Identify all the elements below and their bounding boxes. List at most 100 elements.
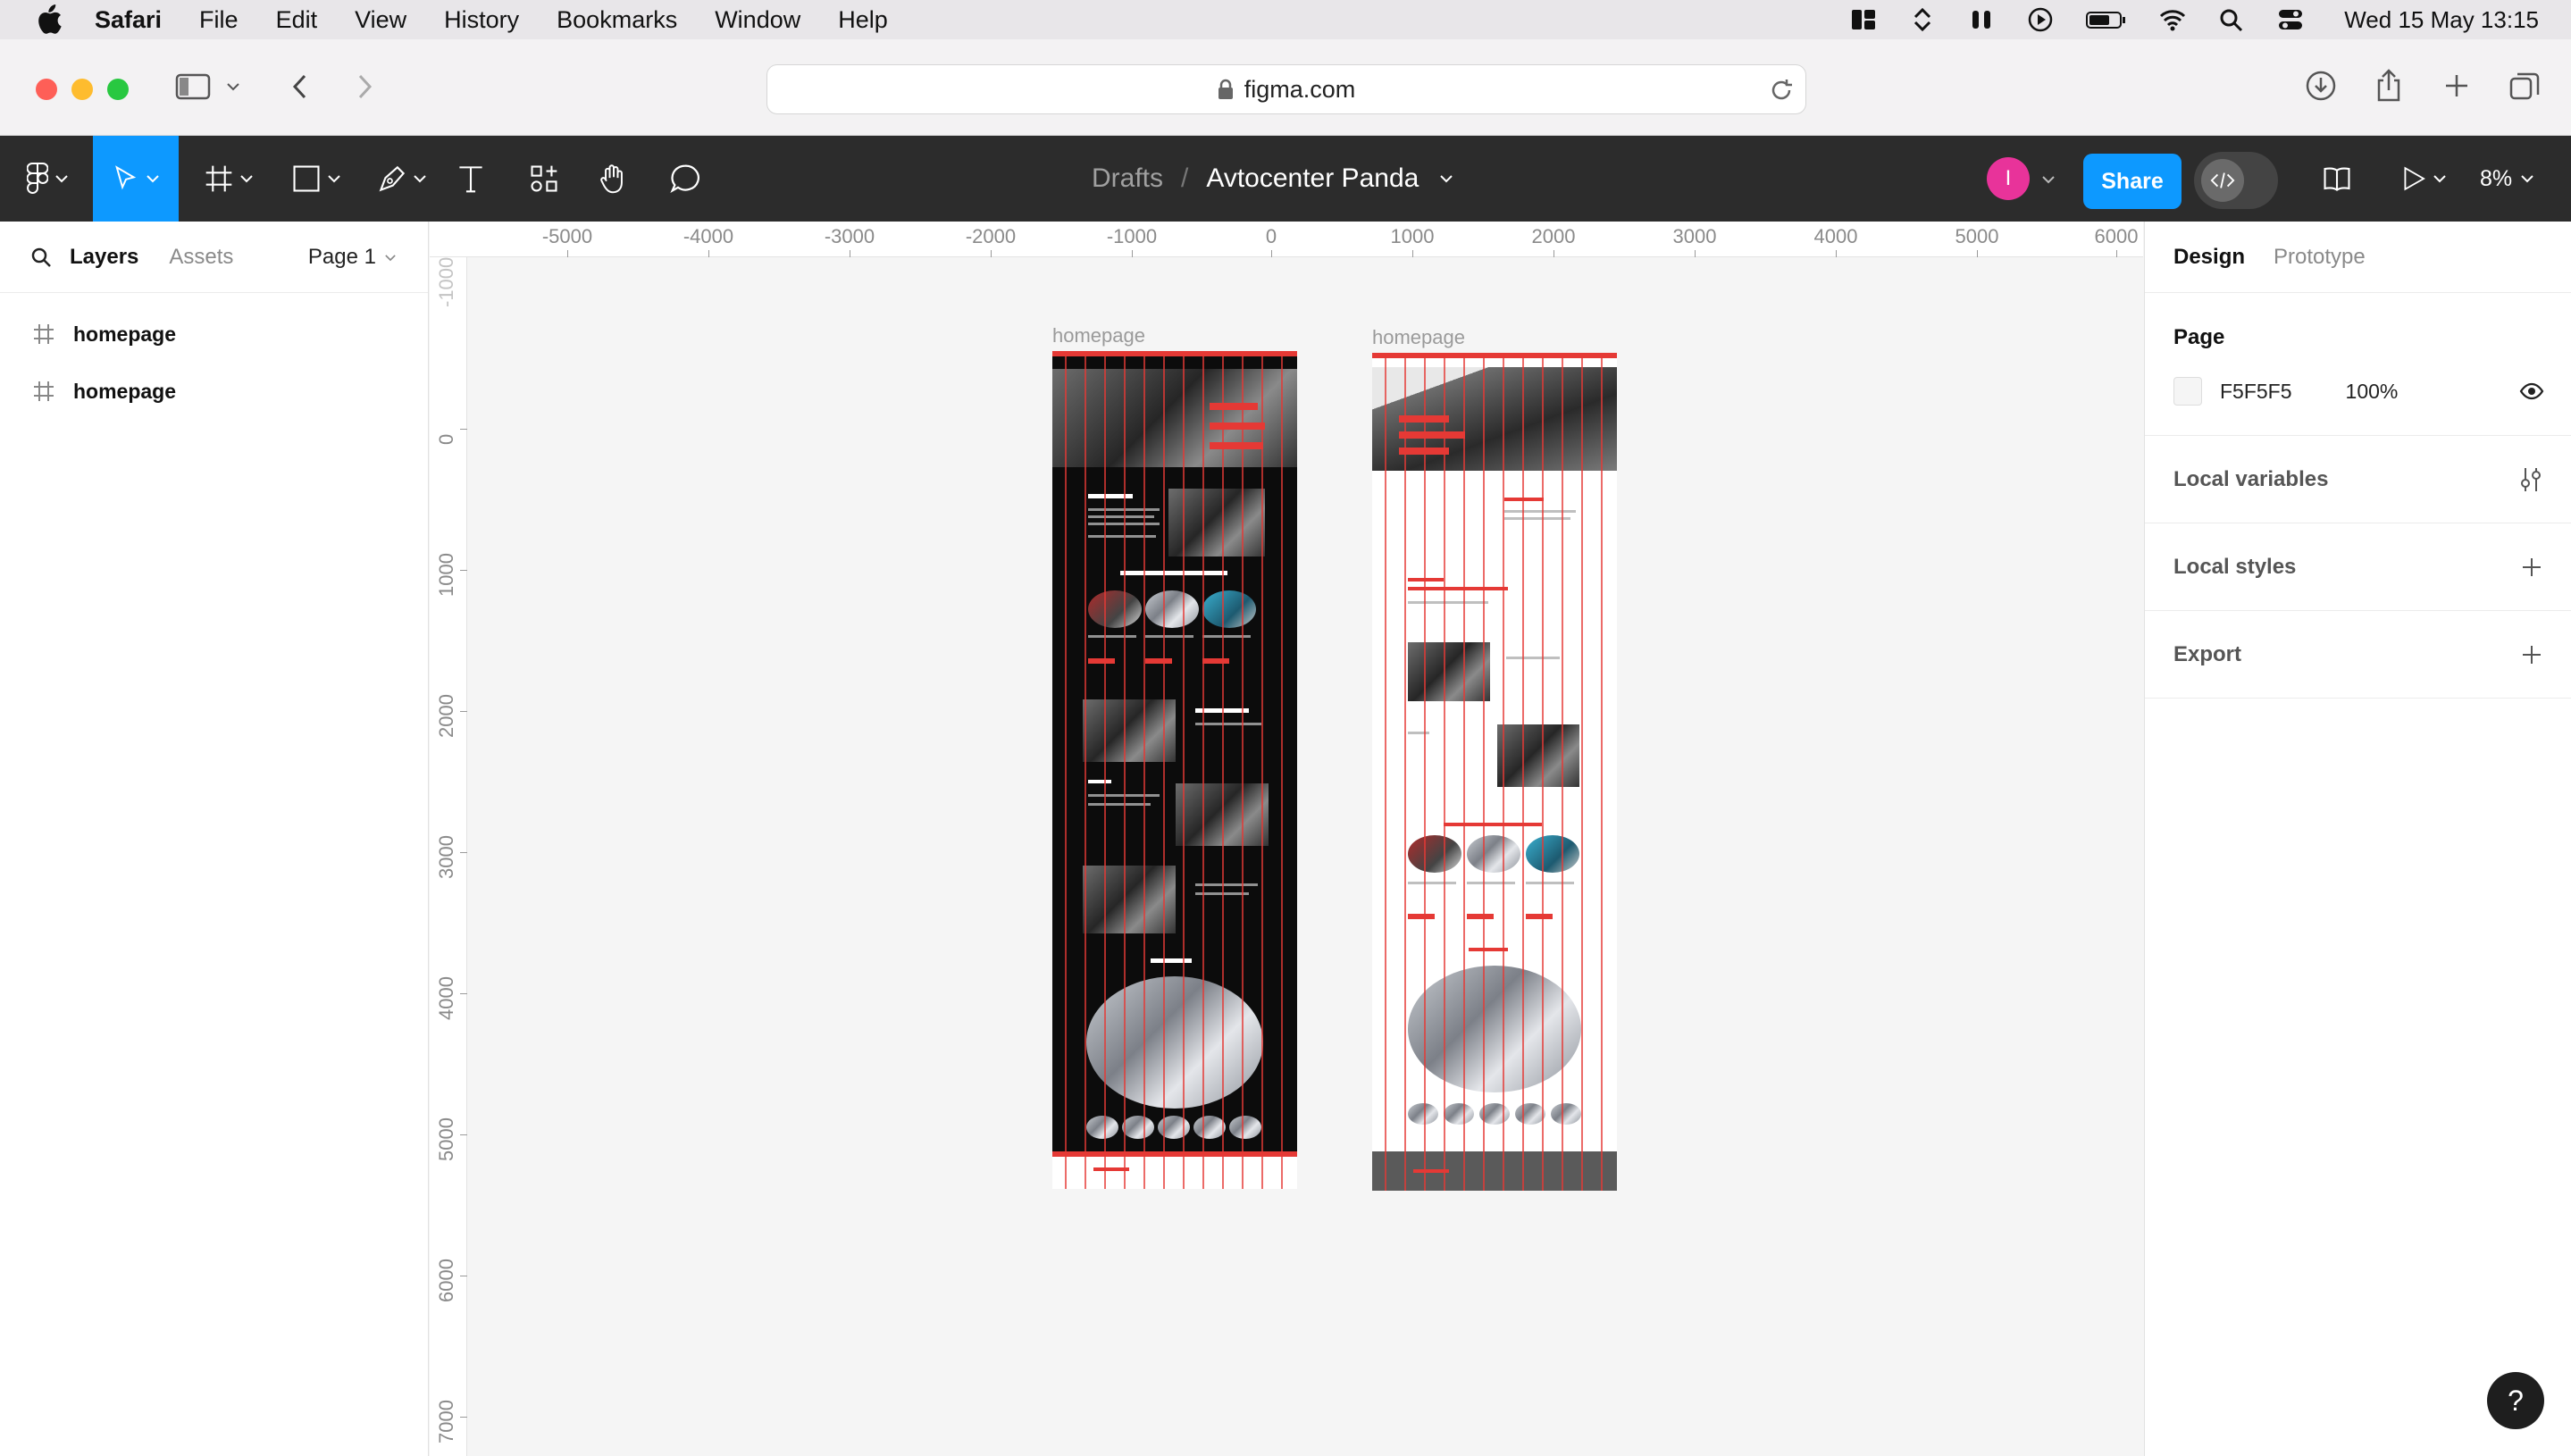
- spotlight-search-icon[interactable]: [2217, 6, 2246, 33]
- user-avatar[interactable]: I: [1987, 157, 2030, 200]
- share-button[interactable]: Share: [2083, 154, 2182, 209]
- share-icon[interactable]: [2373, 68, 2405, 104]
- text-line: [1088, 515, 1154, 518]
- airpods-icon[interactable]: [1967, 6, 1996, 33]
- resources-tool-button[interactable]: [525, 136, 563, 222]
- ruler-label: 0: [435, 433, 457, 445]
- chevron-down-icon: [328, 175, 340, 183]
- close-window-button[interactable]: [36, 79, 57, 100]
- library-button[interactable]: [2317, 136, 2357, 222]
- stage-manager-icon[interactable]: [1849, 6, 1878, 33]
- breadcrumb-drafts[interactable]: Drafts: [1092, 163, 1163, 194]
- main-menu-button[interactable]: [18, 136, 77, 222]
- tab-overview-icon[interactable]: [2508, 68, 2541, 104]
- frame-label[interactable]: homepage: [1372, 326, 1465, 349]
- menu-file[interactable]: File: [199, 6, 239, 34]
- local-variables-section[interactable]: Local variables: [2145, 436, 2571, 523]
- right-panel-tabs: Design Prototype: [2145, 222, 2571, 293]
- page-selector[interactable]: Page 1: [308, 245, 396, 270]
- local-styles-section[interactable]: Local styles: [2145, 523, 2571, 611]
- minimize-window-button[interactable]: [71, 79, 93, 100]
- pen-tool-button[interactable]: [370, 136, 434, 222]
- chevron-down-icon[interactable]: [1440, 174, 1453, 183]
- eye-icon[interactable]: [2519, 382, 2544, 400]
- battery-icon[interactable]: [2085, 6, 2128, 33]
- chevron-down-icon: [385, 254, 396, 261]
- media-play-icon[interactable]: [2026, 6, 2055, 33]
- address-bar[interactable]: figma.com: [766, 64, 1806, 114]
- dev-mode-knob: [2201, 159, 2244, 202]
- menu-help[interactable]: Help: [838, 6, 888, 34]
- design-canvas[interactable]: homepage homepage: [468, 258, 2143, 1456]
- menubar-clock[interactable]: Wed 15 May 13:15: [2344, 6, 2539, 34]
- add-export-icon[interactable]: [2521, 644, 2542, 665]
- text-tool-button[interactable]: [452, 136, 490, 222]
- card-button: [1088, 658, 1115, 664]
- tab-assets[interactable]: Assets: [169, 245, 233, 270]
- menu-bookmarks[interactable]: Bookmarks: [557, 6, 677, 34]
- reload-icon[interactable]: [1768, 77, 1795, 104]
- zoom-window-button[interactable]: [107, 79, 129, 100]
- page-fill-row[interactable]: F5F5F5 100%: [2173, 377, 2544, 406]
- ruler-label: 1000: [435, 553, 457, 597]
- frame-label[interactable]: homepage: [1052, 324, 1145, 347]
- ruler-label: 2000: [1531, 225, 1576, 247]
- frame-tool-button[interactable]: [197, 136, 261, 222]
- sync-icon[interactable]: [1908, 6, 1937, 33]
- help-button[interactable]: ?: [2487, 1372, 2544, 1429]
- zoom-menu[interactable]: 8%: [2480, 136, 2533, 222]
- layer-item[interactable]: homepage: [0, 305, 428, 363]
- ruler-label: -1000: [435, 256, 457, 307]
- menu-window[interactable]: Window: [715, 6, 800, 34]
- hero-button: [1210, 423, 1265, 430]
- left-panel-tabs: Layers Assets Page 1: [0, 222, 428, 293]
- text-line: [1504, 517, 1570, 520]
- downloads-icon[interactable]: [2305, 68, 2337, 104]
- video-thumbnail: [1168, 489, 1265, 556]
- tab-prototype[interactable]: Prototype: [2274, 245, 2366, 270]
- tab-layers[interactable]: Layers: [70, 245, 138, 270]
- menu-history[interactable]: History: [444, 6, 519, 34]
- gallery-thumb: [1408, 1103, 1438, 1125]
- screen: Safari File Edit View History Bookmarks …: [0, 0, 2571, 1456]
- homepage-frame-dark[interactable]: [1052, 351, 1297, 1189]
- figma-logo-icon: [27, 163, 48, 194]
- sidebar-toggle-button[interactable]: [175, 66, 239, 107]
- book-icon: [2324, 167, 2350, 191]
- new-tab-icon[interactable]: [2441, 68, 2473, 104]
- move-tool-button[interactable]: [93, 136, 179, 222]
- tab-design[interactable]: Design: [2173, 245, 2245, 270]
- shape-tool-button[interactable]: [284, 136, 348, 222]
- export-section[interactable]: Export: [2145, 611, 2571, 699]
- search-icon[interactable]: [30, 247, 52, 268]
- ruler-tick: [460, 1134, 467, 1135]
- menu-app-name[interactable]: Safari: [95, 6, 162, 34]
- apple-icon[interactable]: [36, 4, 63, 35]
- add-style-icon[interactable]: [2521, 556, 2542, 578]
- ruler-label: -3000: [824, 225, 875, 247]
- back-button[interactable]: [291, 66, 309, 107]
- wifi-icon[interactable]: [2158, 6, 2187, 33]
- ruler-label: 4000: [1813, 225, 1858, 247]
- chevron-down-icon[interactable]: [2042, 175, 2055, 184]
- menu-view[interactable]: View: [355, 6, 406, 34]
- url-text: figma.com: [1244, 75, 1356, 103]
- page-opacity-value[interactable]: 100%: [2346, 380, 2399, 404]
- variables-settings-icon[interactable]: [2519, 466, 2542, 493]
- gallery-thumb: [1158, 1116, 1190, 1139]
- comment-tool-button[interactable]: [666, 136, 704, 222]
- dev-mode-toggle[interactable]: [2194, 152, 2278, 209]
- homepage-frame-light[interactable]: [1372, 353, 1617, 1191]
- menu-edit[interactable]: Edit: [276, 6, 318, 34]
- forward-button[interactable]: [356, 66, 373, 107]
- present-button[interactable]: [2396, 136, 2451, 222]
- page-color-value[interactable]: F5F5F5: [2220, 380, 2292, 404]
- control-center-icon[interactable]: [2276, 6, 2305, 33]
- ruler-tick: [460, 570, 467, 571]
- page-color-swatch[interactable]: [2173, 377, 2202, 406]
- ruler-tick: [460, 429, 467, 430]
- hero-button: [1210, 403, 1258, 410]
- file-name[interactable]: Avtocenter Panda: [1206, 163, 1419, 194]
- hand-tool-button[interactable]: [595, 136, 632, 222]
- layer-item[interactable]: homepage: [0, 363, 428, 420]
